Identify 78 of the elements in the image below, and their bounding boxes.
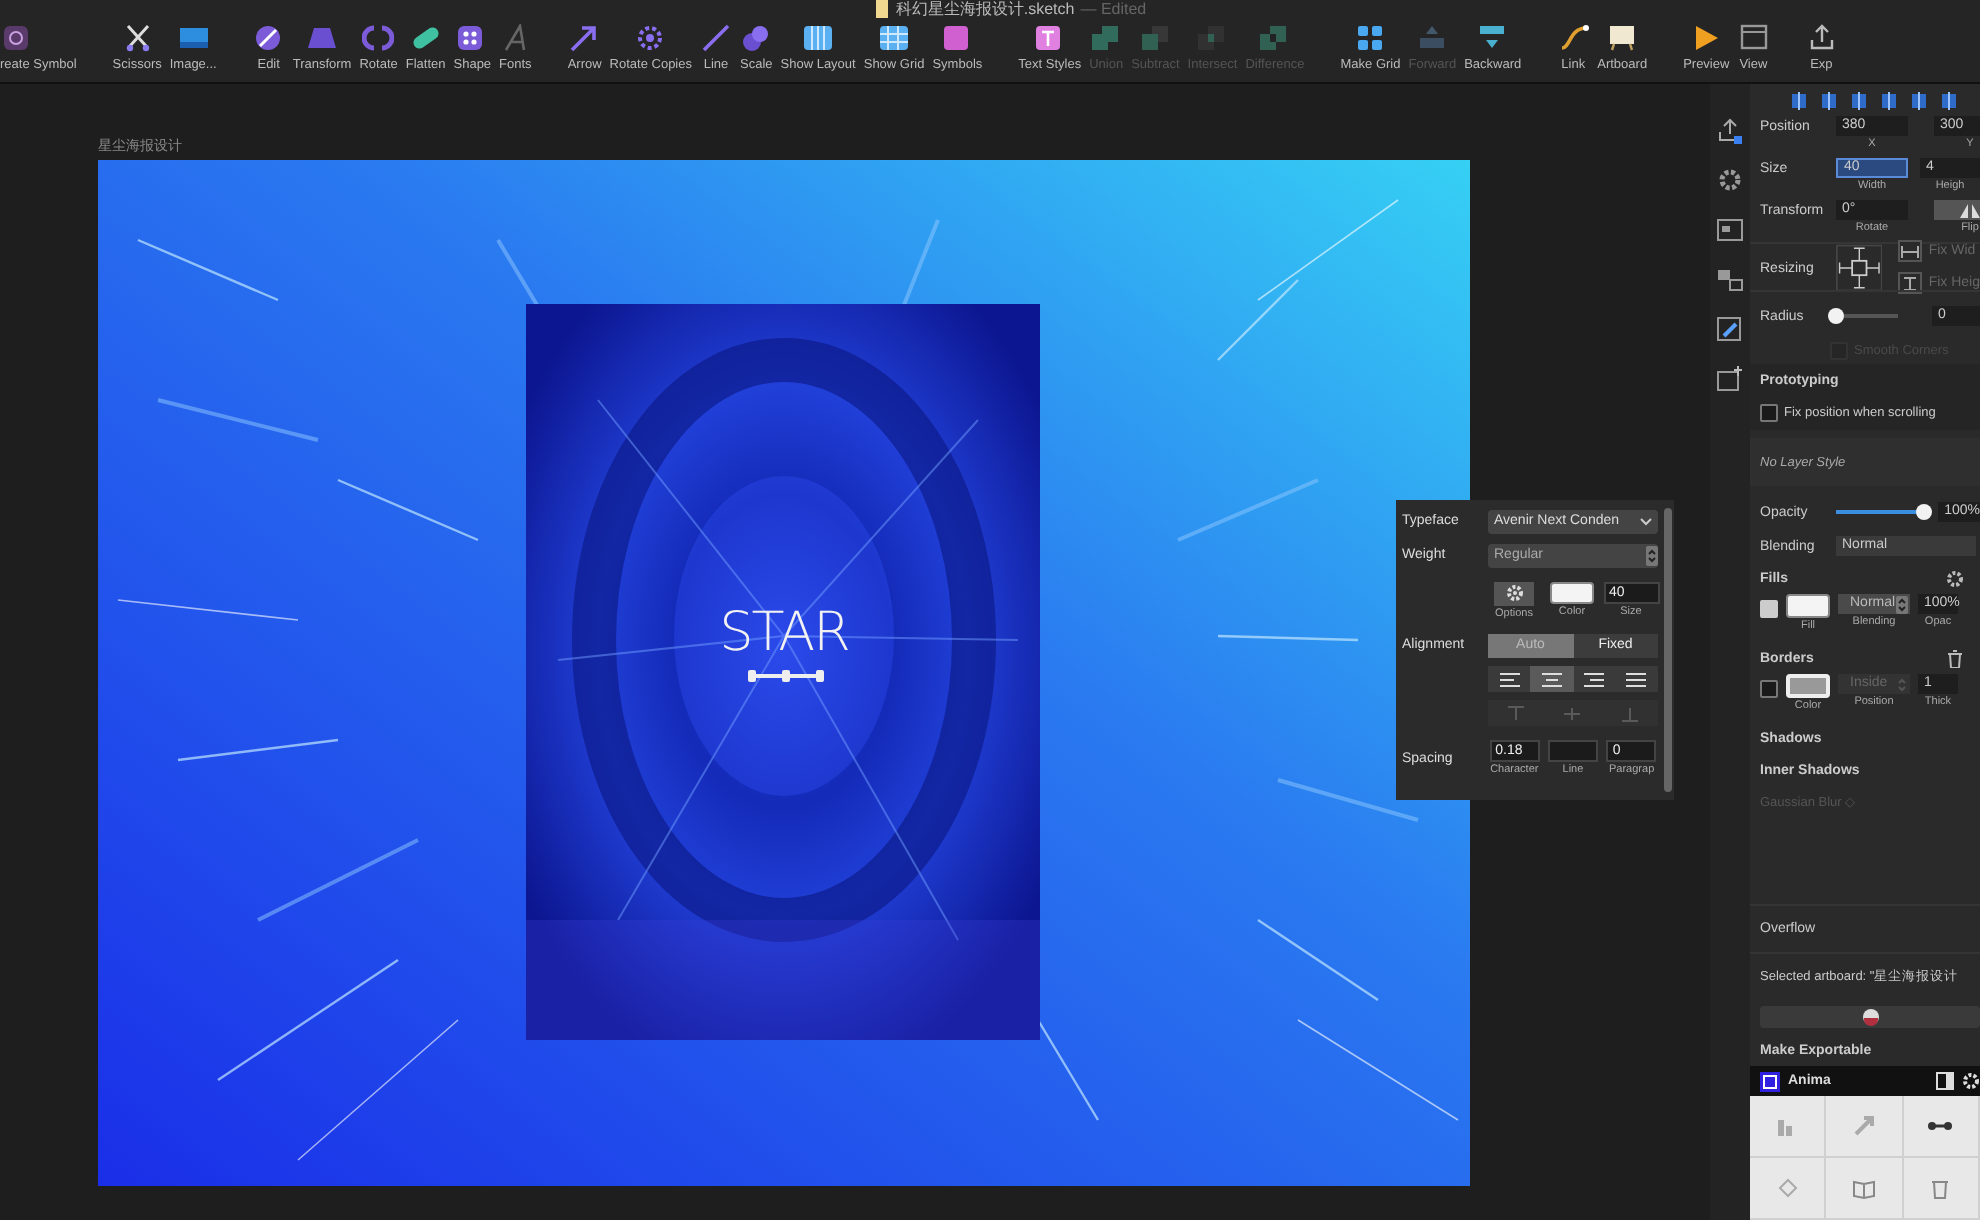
stepper-icon xyxy=(1896,595,1908,613)
layout-icon[interactable] xyxy=(1716,216,1744,244)
text-style-icon[interactable] xyxy=(1033,24,1066,52)
plugin-button[interactable] xyxy=(1760,1006,1980,1028)
window-title: 科幻星尘海报设计.sketch xyxy=(895,0,1075,18)
vertical-align-icon xyxy=(1508,705,1525,721)
vertical-align-icon xyxy=(1621,705,1638,721)
rotate-icon[interactable] xyxy=(362,24,395,52)
scissors-icon[interactable] xyxy=(121,24,154,52)
align-icon[interactable] xyxy=(1790,91,1808,109)
fix-size-toggle[interactable] xyxy=(1898,240,1923,262)
chevron-icon xyxy=(1640,517,1652,525)
panel-icon[interactable] xyxy=(1936,1072,1954,1090)
vertical-align-icon xyxy=(1564,705,1581,721)
edited-status: — Edited xyxy=(1080,0,1147,18)
scale-icon[interactable] xyxy=(740,24,773,52)
window-icon[interactable] xyxy=(1737,24,1770,52)
text-align-button[interactable] xyxy=(1488,666,1531,692)
plugin-square-icon xyxy=(1760,1071,1780,1091)
play-icon[interactable] xyxy=(1690,24,1723,52)
flip-icon xyxy=(1960,203,1980,217)
options-button[interactable] xyxy=(1494,581,1534,605)
align-icon[interactable] xyxy=(1850,91,1868,109)
plugin-logo-icon xyxy=(1861,1008,1879,1026)
color-swatch[interactable] xyxy=(1550,582,1594,604)
artboard-icon[interactable] xyxy=(1606,24,1639,52)
grid-icon[interactable] xyxy=(1354,24,1387,52)
line-icon[interactable] xyxy=(700,24,732,52)
symbol-icon[interactable] xyxy=(0,24,32,52)
gear-icon[interactable] xyxy=(1946,569,1964,587)
symbol-icon[interactable] xyxy=(941,24,974,52)
text-align-button[interactable] xyxy=(1573,666,1616,692)
document-icon xyxy=(873,0,890,18)
fix-position-checkbox[interactable] xyxy=(1760,404,1778,422)
align-icon[interactable] xyxy=(1820,91,1838,109)
border-swatch[interactable] xyxy=(1786,674,1830,698)
layout-icon[interactable] xyxy=(802,24,835,52)
dumbbell-icon xyxy=(746,668,826,684)
text-align-button[interactable] xyxy=(1615,666,1658,692)
fill-swatch[interactable] xyxy=(1786,594,1830,618)
headline-text[interactable]: STAR xyxy=(694,604,874,664)
edit-icon[interactable] xyxy=(1716,316,1744,344)
layout-icon[interactable] xyxy=(1716,266,1744,294)
border-checkbox[interactable] xyxy=(1760,680,1778,698)
arrow-icon[interactable] xyxy=(568,24,601,52)
align-icon[interactable] xyxy=(1880,91,1898,109)
rotate-copies-icon[interactable] xyxy=(634,24,667,52)
backward-icon[interactable] xyxy=(1476,24,1509,52)
resizing-widget-icon[interactable] xyxy=(1836,241,1883,293)
gear-icon xyxy=(1505,584,1523,602)
slider-thumb[interactable] xyxy=(1916,503,1933,519)
image-icon[interactable] xyxy=(177,24,210,52)
dimension-icon xyxy=(1900,275,1921,291)
line-spacing-field[interactable] xyxy=(1547,740,1598,762)
align-icon[interactable] xyxy=(1940,91,1958,109)
link-icon[interactable] xyxy=(1557,24,1590,52)
dimension-icon xyxy=(1900,243,1921,259)
align-lines-icon xyxy=(1499,671,1520,687)
text-align-button[interactable] xyxy=(1530,666,1573,692)
scrollbar[interactable] xyxy=(1664,508,1672,792)
export-icon[interactable] xyxy=(1805,24,1838,52)
stepper-icon[interactable] xyxy=(1646,545,1658,565)
align-lines-icon xyxy=(1541,671,1562,687)
gear-icon[interactable] xyxy=(1716,166,1744,194)
add-image-icon[interactable] xyxy=(1716,366,1744,394)
edit-icon[interactable] xyxy=(252,24,285,52)
fill-checkbox[interactable] xyxy=(1760,600,1778,618)
align-icon[interactable] xyxy=(1910,91,1928,109)
align-lines-icon xyxy=(1626,671,1647,687)
grid-icon[interactable] xyxy=(878,24,911,52)
stepper-icon xyxy=(1896,675,1908,693)
fix-size-toggle[interactable] xyxy=(1898,272,1923,294)
book-icon[interactable] xyxy=(1851,1176,1876,1200)
align-lines-icon xyxy=(1584,671,1605,687)
transform-icon[interactable] xyxy=(306,24,339,52)
upload-icon[interactable] xyxy=(1716,116,1744,144)
trash-icon[interactable] xyxy=(1946,649,1964,667)
slider-thumb[interactable] xyxy=(1828,307,1844,323)
